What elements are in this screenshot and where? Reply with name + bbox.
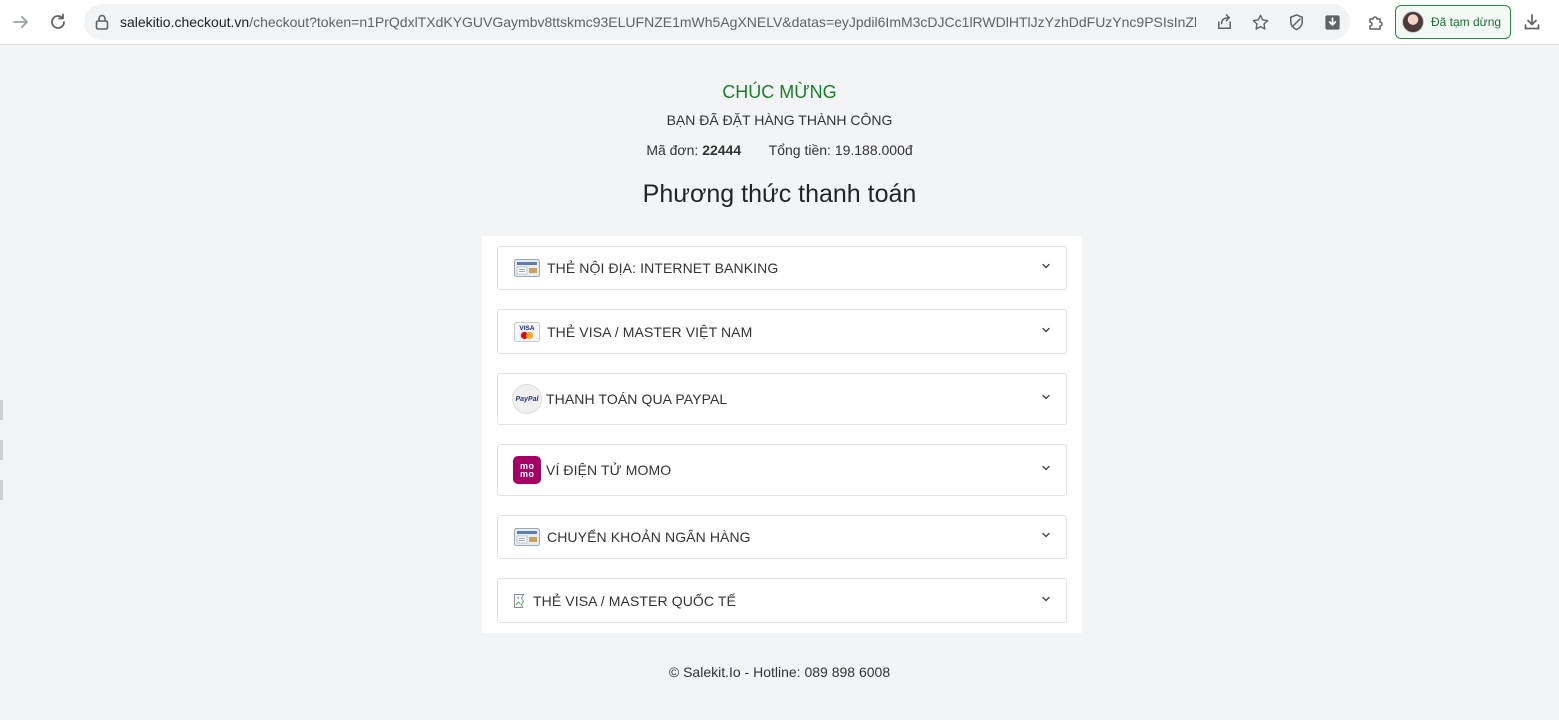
payment-method-visa-master-vn[interactable]: VISA THẺ VISA / MASTER VIỆT NAM (497, 309, 1067, 354)
reload-icon (51, 13, 65, 29)
side-handle[interactable] (0, 440, 3, 460)
payment-method-momo[interactable]: mo mo VÍ ĐIỆN TỬ MOMO (497, 444, 1067, 496)
url-path: /checkout?token=n1PrQdxlTXdKYGUVGaymbv8t… (249, 14, 1196, 30)
shield-extension-button[interactable] (1285, 11, 1307, 33)
reload-button[interactable] (43, 8, 73, 36)
success-message: BẠN ĐÃ ĐẶT HÀNG THÀNH CÔNG (666, 112, 893, 128)
chevron-down-icon (1042, 532, 1050, 538)
payment-method-label: CHUYỂN KHOẢN NGÂN HÀNG (547, 529, 751, 545)
bookmark-button[interactable] (1249, 11, 1271, 33)
order-summary: Mã đơn: 22444 Tổng tiền: 19.188.000đ (0, 138, 1559, 162)
payment-method-label: THANH TOÁN QUA PAYPAL (546, 391, 728, 407)
congrats-heading: CHÚC MỪNG (722, 82, 837, 102)
url-host: salekitio.checkout.vn (120, 14, 250, 30)
footer-text: © Salekit.Io - Hotline: 089 898 6008 (668, 664, 891, 680)
paypal-icon: PayPal (512, 384, 542, 414)
order-id-label: Mã đơn: (646, 142, 699, 158)
chevron-down-icon (1042, 596, 1050, 601)
side-handle[interactable] (0, 400, 3, 420)
payment-methods-title: Phương thức thanh toán (642, 180, 917, 208)
payment-method-paypal[interactable]: PayPal THANH TOÁN QUA PAYPAL (497, 373, 1067, 425)
bank-card-icon (513, 254, 541, 282)
chevron-down-icon (1042, 465, 1050, 471)
broken-image-icon (513, 593, 529, 609)
forward-arrow-icon (13, 16, 28, 28)
puzzle-icon (1369, 16, 1383, 30)
payment-method-label: THẺ VISA / MASTER QUỐC TẾ (533, 592, 736, 609)
forward-button[interactable] (6, 8, 36, 36)
browser-toolbar: salekitio.checkout.vn/checkout?token=n1P… (0, 0, 1559, 45)
payment-methods-card: THẺ NỘI ĐỊA: INTERNET BANKING VISA THẺ V… (482, 236, 1082, 633)
chevron-down-icon (1042, 394, 1050, 400)
payment-method-visa-master-intl[interactable]: THẺ VISA / MASTER QUỐC TẾ (497, 578, 1067, 623)
download-icon (1524, 14, 1540, 30)
payment-method-internet-banking[interactable]: THẺ NỘI ĐỊA: INTERNET BANKING (497, 246, 1067, 290)
share-icon (1217, 13, 1231, 29)
download-box-icon (1324, 14, 1340, 30)
side-handle[interactable] (0, 480, 3, 500)
bank-transfer-icon (513, 523, 541, 551)
avatar (1402, 11, 1424, 33)
chevron-down-icon (1042, 263, 1050, 269)
payment-method-label: THẺ NỘI ĐỊA: INTERNET BANKING (547, 260, 779, 276)
lock-icon (95, 14, 109, 30)
star-icon (1252, 14, 1268, 30)
downloads-button[interactable] (1517, 8, 1547, 36)
payment-method-label: VÍ ĐIỆN TỬ MOMO (546, 462, 672, 478)
paypal-logo-text: PayPal (515, 395, 539, 403)
profile-status-label: Đã tạm dừng (1431, 15, 1502, 29)
momo-logo-text: mo mo (520, 461, 535, 479)
total-label: Tổng tiền: (768, 142, 831, 158)
download-extension-button[interactable] (1321, 11, 1343, 33)
chevron-down-icon (1042, 327, 1050, 332)
payment-method-bank-transfer[interactable]: CHUYỂN KHOẢN NGÂN HÀNG (497, 515, 1067, 559)
url-text[interactable]: salekitio.checkout.vn/checkout?token=n1P… (120, 4, 1196, 40)
visa-master-icon: VISA (513, 318, 541, 346)
address-bar[interactable]: salekitio.checkout.vn/checkout?token=n1P… (84, 4, 1350, 40)
payment-method-label: THẺ VISA / MASTER VIỆT NAM (547, 323, 753, 340)
order-confirmation: CHÚC MỪNG BẠN ĐÃ ĐẶT HÀNG THÀNH CÔNG Mã … (0, 78, 1559, 162)
share-button[interactable] (1213, 11, 1235, 33)
shield-icon (1289, 13, 1303, 30)
order-id: 22444 (702, 142, 742, 158)
profile-button[interactable]: Đã tạm dừng (1395, 5, 1511, 39)
svg-text:VISA: VISA (519, 325, 534, 332)
extensions-button[interactable] (1361, 8, 1391, 36)
momo-icon: mo mo (513, 456, 541, 484)
total-value: 19.188.000đ (834, 142, 913, 158)
